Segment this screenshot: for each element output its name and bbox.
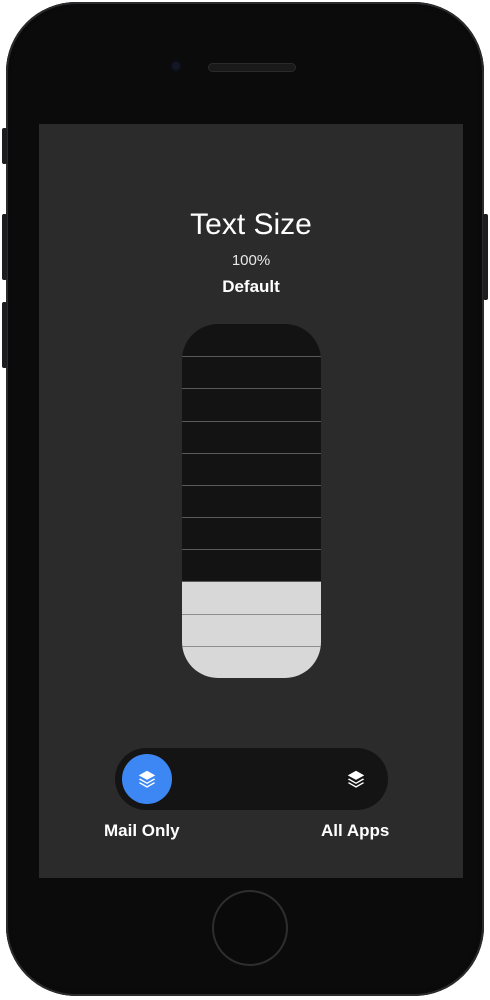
- slider-step-divider: [182, 614, 321, 615]
- slider-fill: [182, 581, 321, 678]
- phone-frame: Text Size 100% Default Mail Only All App…: [2, 2, 488, 996]
- slider-step-divider: [182, 485, 321, 486]
- slider-step-divider: [182, 388, 321, 389]
- slider-step-divider: [182, 453, 321, 454]
- text-size-percent: 100%: [231, 252, 271, 269]
- scope-toggle[interactable]: [115, 748, 388, 810]
- volume-up-button: [2, 214, 7, 280]
- power-button: [483, 214, 488, 300]
- slider-step-divider: [182, 581, 321, 582]
- text-size-label: Default: [222, 277, 280, 296]
- text-size-slider[interactable]: [182, 324, 321, 678]
- front-camera: [170, 60, 182, 72]
- mail-only-label[interactable]: Mail Only: [104, 821, 180, 841]
- all-apps-label[interactable]: All Apps: [321, 821, 389, 841]
- page-title: Text Size: [190, 208, 312, 241]
- slider-step-divider: [182, 646, 321, 647]
- all-apps-knob[interactable]: [331, 754, 381, 804]
- layers-icon: [138, 770, 156, 788]
- text-size-screen: Text Size 100% Default Mail Only All App…: [39, 124, 463, 878]
- earpiece-speaker: [208, 63, 296, 72]
- volume-down-button: [2, 302, 7, 368]
- home-button[interactable]: [214, 892, 286, 964]
- slider-step-divider: [182, 517, 321, 518]
- slider-step-divider: [182, 356, 321, 357]
- layers-icon: [347, 770, 365, 788]
- mute-switch: [2, 128, 7, 164]
- slider-step-divider: [182, 421, 321, 422]
- slider-step-divider: [182, 549, 321, 550]
- mail-only-knob[interactable]: [122, 754, 172, 804]
